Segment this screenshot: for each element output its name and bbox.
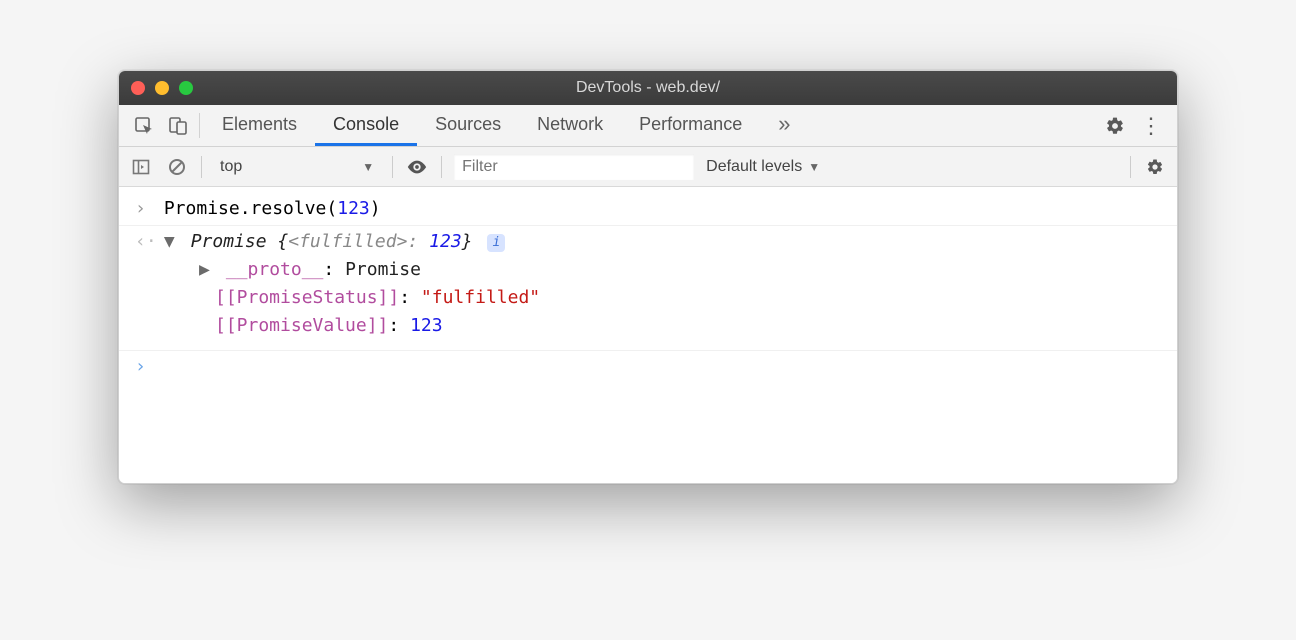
subbar-separator [1130,156,1131,178]
angle-open: < [288,231,299,252]
promise-value: 123 [429,231,462,252]
window-zoom-button[interactable] [179,81,193,95]
info-badge-icon[interactable]: i [487,234,505,252]
traffic-lights [131,81,193,95]
filter-input[interactable] [454,154,694,180]
window-title: DevTools - web.dev/ [119,79,1177,97]
window-minimize-button[interactable] [155,81,169,95]
tab-network[interactable]: Network [519,105,621,146]
prop-key: [[PromiseStatus]] [215,287,399,308]
object-property-row[interactable]: [[PromiseStatus]]: "fulfilled" [135,284,1161,312]
console-result-row: ‹· ▼ Promise {<fulfilled>: 123} i ▶ __pr… [119,226,1177,351]
brace: } [462,231,473,252]
tabs-overflow-button[interactable]: » [760,105,808,146]
prop-value: Promise [345,259,421,280]
promise-state: fulfilled [299,231,397,252]
subbar-separator [441,156,442,178]
clear-console-icon[interactable] [165,158,189,176]
object-property-row[interactable]: [[PromiseValue]]: 123 [135,312,1161,340]
code-token: ) [370,198,381,219]
object-class: Promise [191,231,267,252]
result-summary-line[interactable]: ‹· ▼ Promise {<fulfilled>: 123} i [135,228,1161,256]
prompt-chevron-icon: › [135,195,153,223]
console-sidebar-toggle-icon[interactable] [129,158,153,176]
prompt-chevron-icon: › [135,353,153,381]
chevron-down-icon: ▼ [362,160,374,174]
console-prompt-row[interactable]: › [119,351,1177,383]
settings-gear-icon[interactable] [1097,116,1133,136]
console-toolbar: top ▼ Default levels ▼ [119,147,1177,187]
titlebar[interactable]: DevTools - web.dev/ [119,71,1177,105]
code-token: ( [326,198,337,219]
angle-close: > [397,231,408,252]
prop-value: 123 [410,315,443,336]
execution-context-selector[interactable]: top ▼ [214,156,380,178]
device-toolbar-icon[interactable] [161,105,195,146]
expand-toggle-icon[interactable]: ▼ [164,228,180,256]
chevron-down-icon: ▼ [808,160,820,174]
window-close-button[interactable] [131,81,145,95]
tab-performance[interactable]: Performance [621,105,760,146]
more-menu-icon[interactable]: ⋮ [1133,113,1169,139]
console-input-row[interactable]: › Promise.resolve(123) [119,193,1177,226]
tab-console[interactable]: Console [315,105,417,146]
console-settings-gear-icon[interactable] [1143,158,1167,176]
toolbar-separator [199,113,200,138]
inspect-element-icon[interactable] [127,105,161,146]
colon: : [407,231,429,252]
brace: { [267,231,289,252]
tab-sources[interactable]: Sources [417,105,519,146]
live-expression-icon[interactable] [405,156,429,178]
toolbar-right: ⋮ [1088,105,1169,146]
log-levels-selector[interactable]: Default levels ▼ [706,158,820,176]
output-chevron-icon: ‹· [135,228,153,256]
prop-key: __proto__ [226,259,324,280]
devtools-window: DevTools - web.dev/ Elements Console Sou… [118,70,1178,484]
levels-label: Default levels [706,158,802,176]
main-toolbar: Elements Console Sources Network Perform… [119,105,1177,147]
expand-toggle-icon[interactable]: ▶ [199,256,215,284]
code-token: Promise.resolve [164,198,327,219]
panel-tabs: Elements Console Sources Network Perform… [204,105,808,146]
object-property-row[interactable]: ▶ __proto__: Promise [135,256,1161,284]
console-output: › Promise.resolve(123) ‹· ▼ Promise {<fu… [119,187,1177,483]
prop-value: "fulfilled" [421,287,540,308]
code-number: 123 [337,198,370,219]
prop-key: [[PromiseValue]] [215,315,388,336]
context-label: top [220,158,242,176]
subbar-separator [392,156,393,178]
tab-elements[interactable]: Elements [204,105,315,146]
subbar-separator [201,156,202,178]
